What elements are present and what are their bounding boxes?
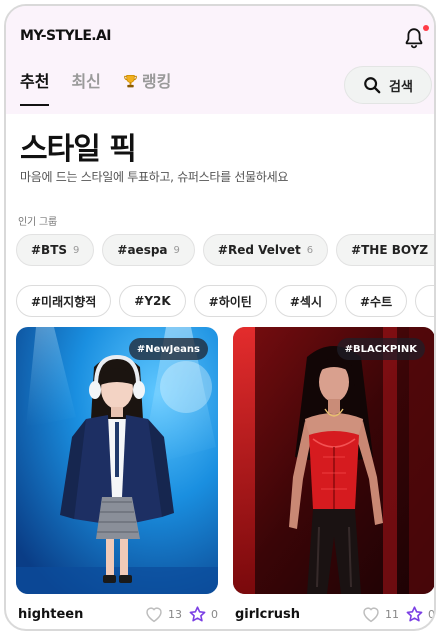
like-stat[interactable]: 13 (144, 605, 182, 623)
style-tag-chip[interactable]: #하이틴 (193, 285, 267, 317)
style-tag-chip[interactable]: #섹시 (274, 285, 337, 317)
heart-icon (363, 607, 379, 623)
group-chip-row: #BTS 9 #aespa 9 #Red Velvet 6 #THE BOYZ 5 (16, 234, 436, 266)
star-icon (189, 605, 206, 621)
superstar-stat[interactable]: 0 (405, 605, 435, 624)
style-card-image[interactable]: #BLACKPINK (233, 327, 434, 594)
group-chip-count: 6 (306, 244, 314, 256)
group-chip-name: #Red Velvet (217, 243, 301, 257)
superstar-count: 0 (211, 607, 218, 621)
tab-latest-label: 최신 (71, 72, 101, 91)
group-chip-name: #aespa (117, 243, 168, 257)
style-tag-chip-partial[interactable] (415, 285, 434, 317)
page-subtitle: 마음에 드는 스타일에 투표하고, 슈퍼스타를 선물하세요 (20, 170, 289, 184)
app-logo[interactable]: MY-STYLE.AI (20, 28, 111, 44)
style-tag-chip[interactable]: #수트 (345, 285, 408, 317)
superstar-stat[interactable]: 0 (188, 605, 218, 624)
group-chip-name: #THE BOYZ (351, 243, 429, 257)
group-chip[interactable]: #THE BOYZ 5 (336, 234, 436, 266)
group-chip-name: #BTS (31, 243, 68, 257)
style-card[interactable]: #NewJeans highteen 13 0 (16, 327, 218, 626)
tab-ranking[interactable]: 랭킹 (123, 68, 171, 106)
heart-icon (146, 607, 162, 623)
group-chip-count: 9 (173, 244, 180, 256)
card-footer: girlcrush 11 0 (233, 602, 435, 626)
like-stat[interactable]: 11 (361, 605, 399, 623)
search-button[interactable]: 검색 (344, 66, 432, 104)
tab-latest[interactable]: 최신 (71, 68, 100, 106)
tab-recommended[interactable]: 추천 (20, 68, 50, 106)
bell-icon[interactable] (402, 26, 426, 50)
group-chip-count: 5 (434, 245, 436, 256)
group-chip[interactable]: #aespa 9 (102, 234, 195, 266)
search-icon (364, 77, 381, 94)
style-card-grid: #NewJeans highteen 13 0 #BLACKPINK girlc… (16, 327, 435, 626)
style-tag-chip[interactable]: #Y2K (119, 285, 186, 317)
group-chip[interactable]: #Red Velvet 6 (202, 234, 329, 266)
style-photo-blackpink (233, 327, 434, 594)
card-group-tag: #BLACKPINK (336, 338, 425, 360)
search-label: 검색 (389, 79, 413, 95)
card-style-name: girlcrush (235, 606, 300, 622)
card-style-name: highteen (18, 606, 84, 622)
trophy-icon (124, 75, 137, 88)
tab-bar: 추천 최신 랭킹 (20, 68, 193, 108)
tab-recommended-label: 추천 (20, 72, 50, 91)
style-card[interactable]: #BLACKPINK girlcrush 11 0 (233, 327, 435, 626)
style-tag-row: #미래지향적 #Y2K #하이틴 #섹시 #수트 (16, 285, 434, 317)
group-chip-count: 9 (73, 244, 80, 256)
style-tag-chip[interactable]: #미래지향적 (16, 285, 112, 317)
app-frame: MY-STYLE.AI 추천 최신 랭킹 검색 스타일 픽 마음에 드는 스타일… (4, 4, 436, 631)
like-count: 13 (168, 607, 182, 621)
notification-dot (423, 25, 429, 31)
page-title: 스타일 픽 (20, 132, 137, 167)
card-footer: highteen 13 0 (16, 602, 218, 626)
style-photo-newjeans (16, 327, 218, 594)
style-card-image[interactable]: #NewJeans (16, 327, 218, 594)
star-icon (406, 605, 423, 621)
like-count: 11 (385, 607, 399, 621)
popular-groups-label: 인기 그룹 (18, 217, 57, 228)
header: MY-STYLE.AI 추천 최신 랭킹 검색 (6, 6, 434, 114)
superstar-count: 0 (428, 607, 435, 621)
card-group-tag: #NewJeans (128, 338, 208, 360)
tab-ranking-label: 랭킹 (141, 72, 172, 91)
group-chip[interactable]: #BTS 9 (16, 234, 95, 266)
